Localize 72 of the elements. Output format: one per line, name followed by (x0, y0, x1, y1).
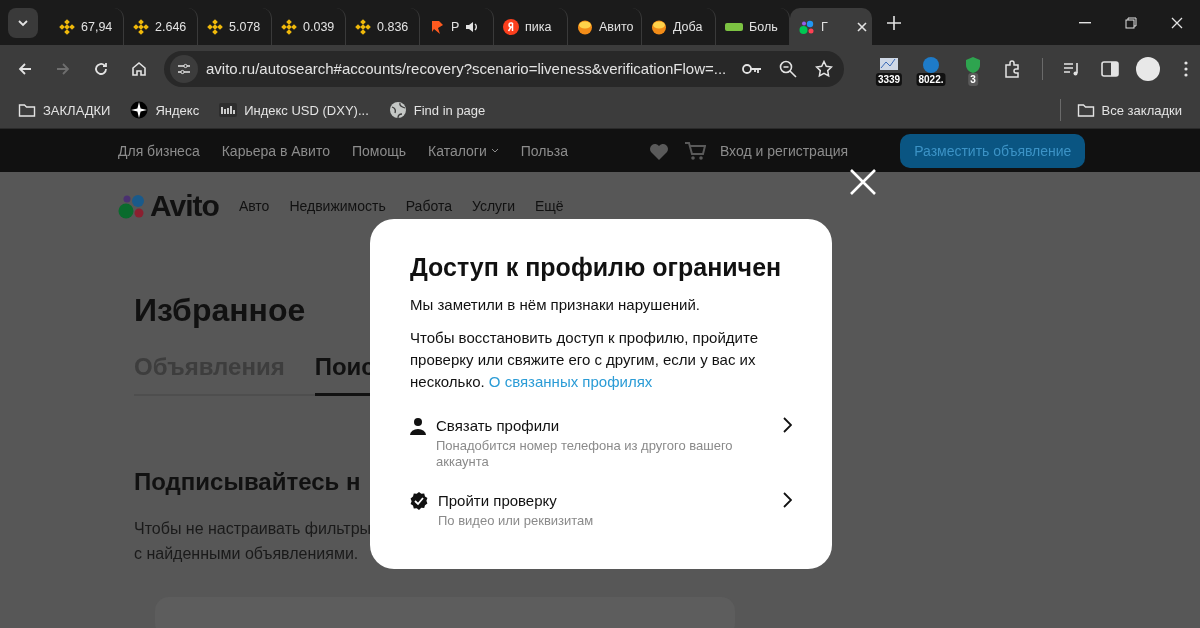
extension-button[interactable]: 8022. (912, 50, 950, 87)
dialog-option[interactable]: Пройти проверку По видео или реквизитам (410, 492, 792, 529)
avito-logo-icon (799, 18, 815, 35)
site-info-button[interactable] (170, 54, 198, 83)
close-dialog-button[interactable] (848, 167, 878, 197)
fruit-logo-icon (651, 18, 667, 35)
puzzle-icon (1004, 59, 1022, 78)
close-icon (848, 167, 878, 197)
chevron-right-icon (782, 417, 792, 433)
tab-search-button[interactable] (8, 7, 38, 38)
chart-logo-icon (219, 103, 238, 117)
bookmark-item[interactable]: Яндекс (122, 97, 208, 123)
bookmark-item[interactable]: ЗАКЛАДКИ (10, 98, 119, 122)
option-hint: Понадобится номер телефона из другого вашего аккаунта (436, 438, 734, 470)
diamond-logo-icon (355, 18, 371, 35)
extension-badge: 3 (968, 72, 978, 86)
cart-icon (683, 140, 706, 161)
restore-icon (1125, 16, 1137, 29)
dialog-subtitle: Мы заметили в нём признаки нарушений. (410, 296, 701, 313)
page-title: Избранное (134, 292, 306, 329)
section-text: Чтобы не настраивать фильтры (134, 519, 372, 539)
extension-badge: 3339 (875, 72, 903, 86)
top-nav-link[interactable]: Польза (520, 142, 568, 159)
folder-icon (1076, 102, 1095, 118)
extension-button[interactable]: 3 (954, 50, 992, 87)
browser-tab[interactable]: Г (790, 8, 872, 45)
option-title: Связать профили (436, 417, 561, 434)
magnifier-icon (779, 59, 797, 78)
option-title: Пройти проверку (438, 492, 558, 509)
diamond-logo-icon (133, 18, 149, 35)
globe-icon (388, 101, 407, 119)
url-text: avito.ru/autosearch#accounts/recovery?scenario=liveness&verificationFlow=... (206, 60, 728, 77)
extension-button[interactable]: 3339 (870, 50, 908, 87)
top-nav-link[interactable]: Карьера в Авито (221, 142, 330, 159)
person-icon (410, 417, 426, 435)
close-icon (856, 20, 868, 33)
star-icon (815, 59, 833, 78)
flame-logo-icon (429, 18, 445, 35)
avatar-icon (1136, 56, 1160, 81)
top-nav-link[interactable]: Каталоги (428, 142, 499, 159)
diamond-logo-icon (59, 18, 75, 35)
login-link[interactable]: Вход и регистрация (719, 142, 849, 159)
minimize-icon (1079, 21, 1091, 24)
bookmark-item[interactable]: Find in page (380, 97, 494, 123)
dialog-option[interactable]: Связать профили Понадобится номер телефона из другого вашего аккаунта (410, 417, 792, 470)
side-panel-icon (1101, 60, 1119, 77)
top-nav-link[interactable]: Для бизнеса (118, 142, 200, 159)
dialog-title: Доступ к профилю ограничен (410, 253, 783, 282)
yandex-logo-icon (503, 18, 519, 35)
section-title: Подписывайтесь н (134, 468, 361, 496)
menu-icon (1184, 60, 1188, 77)
close-icon (1171, 16, 1183, 29)
dialog-text: Чтобы восстановить доступ к профилю, пройдите проверку или свяжите его с другим, если у вас их несколько. О связанных профилях (410, 328, 759, 392)
section-text: с найденными объявлениями. (134, 544, 359, 564)
playlist-icon (1063, 60, 1081, 77)
star-logo-icon (130, 101, 149, 119)
folder-icon (18, 102, 36, 118)
extension-badge: 8022. (916, 72, 946, 86)
verified-badge-icon (410, 492, 428, 510)
diamond-logo-icon (207, 18, 223, 35)
diamond-logo-icon (281, 18, 297, 35)
plus-icon (887, 15, 901, 30)
option-hint: По видео или реквизитам (438, 513, 595, 529)
all-bookmarks-item[interactable]: Все закладки (1068, 98, 1190, 122)
fruit-logo-icon (577, 18, 593, 35)
site-logo-icon (725, 20, 743, 33)
bookmark-item[interactable]: Индекс USD (DXY)... (211, 98, 377, 122)
chevron-right-icon (782, 492, 792, 508)
key-icon (742, 62, 762, 75)
globe-extension-icon (920, 54, 942, 75)
address-bar[interactable]: avito.ru/autosearch#accounts/recovery?scenario=liveness&verificationFlow=... (164, 50, 844, 87)
top-nav-link[interactable]: Помощь (351, 142, 406, 159)
